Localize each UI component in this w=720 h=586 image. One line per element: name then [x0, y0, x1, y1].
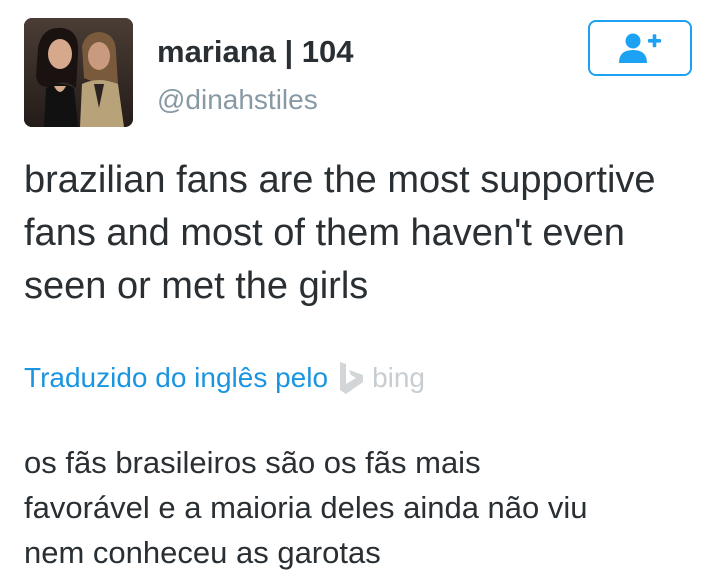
- translated-tweet-text: os fãs brasileiros são os fãs mais favor…: [24, 445, 588, 570]
- profile-photo-image: [24, 18, 133, 127]
- bing-logo-icon: [340, 362, 364, 394]
- user-block: mariana | 104 @dinahstiles: [157, 34, 354, 118]
- bing-wordmark: bing: [372, 362, 425, 393]
- follow-button[interactable]: [588, 20, 692, 76]
- tweet-header: mariana | 104 @dinahstiles: [0, 0, 720, 140]
- bing-logo: bing: [338, 361, 425, 395]
- user-handle[interactable]: @dinahstiles: [157, 82, 354, 118]
- add-user-icon: [619, 33, 661, 63]
- avatar[interactable]: [24, 18, 133, 127]
- display-name[interactable]: mariana | 104: [157, 34, 354, 70]
- tweet-text: brazilian fans are the most supportive f…: [24, 159, 656, 307]
- translated-by-label[interactable]: Traduzido do inglês pelo: [24, 362, 328, 394]
- translation-attribution[interactable]: Traduzido do inglês pelo bing: [24, 358, 425, 398]
